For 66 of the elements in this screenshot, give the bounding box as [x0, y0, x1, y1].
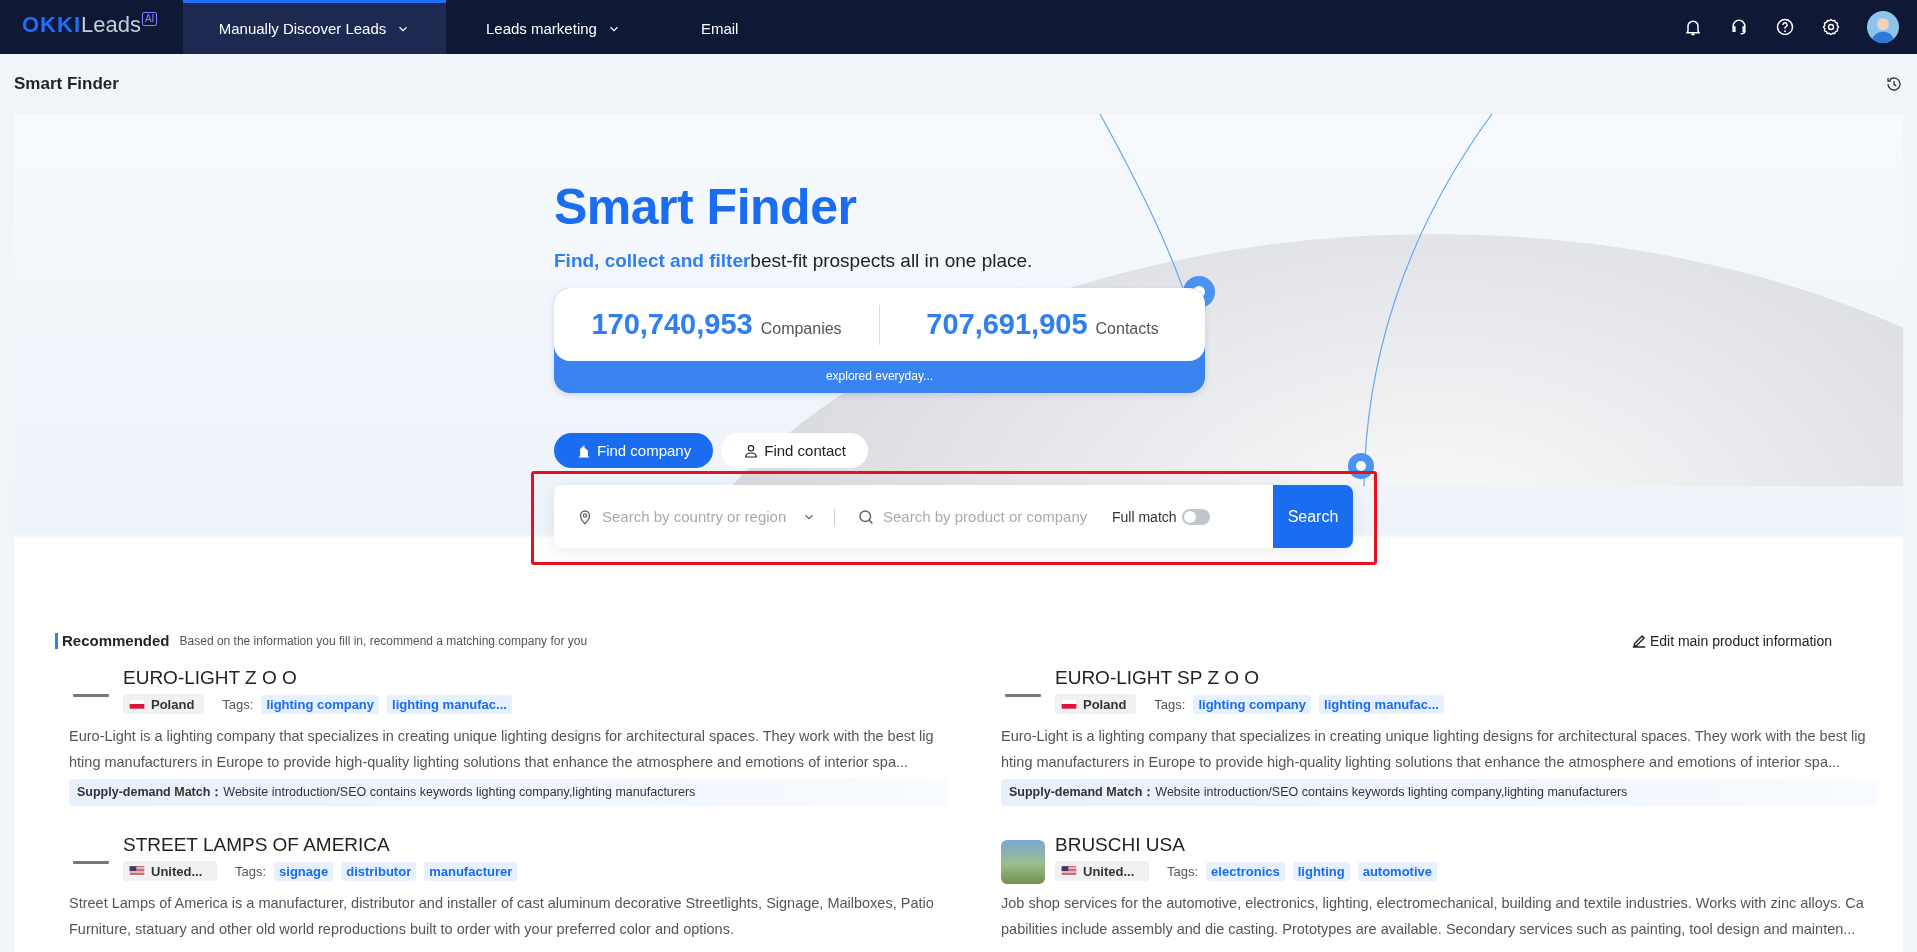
country-chip: United... [1055, 861, 1149, 881]
hero-title: Smart Finder [554, 178, 858, 236]
tag: distributor [341, 861, 417, 881]
building-icon [576, 442, 592, 459]
full-match-toggle[interactable] [1181, 508, 1210, 525]
country-chip: Poland [1055, 694, 1137, 714]
tags-label: Tags: [1167, 863, 1199, 879]
company-photo [1001, 840, 1045, 884]
help-icon[interactable] [1775, 17, 1795, 37]
logo-product: Leads [81, 12, 141, 38]
region-field[interactable]: Search by country or region [602, 508, 794, 525]
company-description: Job shop services for the automotive, electronics, lighting, electromechanical, building and textile industries. Works with zinc alloys. Capabilities include assembly and die casting. Prototypes are available. Secondary services such as painting, tool design and mainten... [1001, 894, 1865, 939]
full-match-label: Full match [1112, 508, 1177, 525]
settings-icon[interactable] [1821, 17, 1841, 37]
ai-badge: AI [141, 12, 158, 26]
tag: lighting manufac... [387, 694, 512, 714]
section-title: Recommended [55, 633, 170, 649]
search-icon [857, 507, 875, 526]
tags-label: Tags: [235, 863, 267, 879]
stat-value: 707,691,905 [926, 308, 1088, 341]
page-title: Smart Finder [14, 74, 119, 94]
stat-label: Companies [760, 320, 842, 338]
flag-icon [127, 863, 147, 879]
nav-tab[interactable]: Manually Discover Leads [183, 0, 446, 54]
search-field[interactable]: Search by product or company [883, 508, 1098, 525]
person-icon [743, 442, 760, 459]
logo-brand: OKKI [22, 12, 81, 38]
tag: lighting manufac... [1319, 694, 1444, 714]
tags-label: Tags: [1154, 696, 1186, 712]
tag: lighting company [261, 694, 380, 714]
avatar-icon[interactable] [1867, 11, 1899, 43]
company-name[interactable]: BRUSCHI USA [1055, 834, 1437, 856]
flag-icon [1059, 696, 1079, 712]
section-subtitle: Based on the information you fill in, recommend a matching company for you [179, 634, 588, 648]
company-description: Euro-Light is a lighting company that specializes in creating unique lighting designs for architectural spaces. They work with the best lighting manufacturers in Europe to provide high-quality lighting solutions that enhance the atmosphere and emotions of interior spa... [1001, 727, 1867, 772]
headset-icon[interactable] [1729, 17, 1749, 37]
tag: signage [274, 861, 334, 881]
pencil-icon [1631, 634, 1646, 648]
tag: lighting company [1193, 694, 1312, 714]
history-icon[interactable] [1885, 75, 1903, 93]
company-name[interactable]: EURO-LIGHT Z O O [123, 667, 512, 689]
tag: lighting [1292, 861, 1350, 881]
company-name[interactable]: STREET LAMPS OF AMERICA [123, 834, 518, 856]
search-tab[interactable]: Find company [554, 433, 714, 468]
nav-tab[interactable]: Email [660, 0, 779, 54]
search-tab[interactable]: Find contact [721, 433, 868, 468]
company-name[interactable]: EURO-LIGHT SP Z O O [1055, 667, 1444, 689]
edit-product-link[interactable]: Edit main product information [1631, 633, 1832, 649]
company-description: Street Lamps of America is a manufacturer, distributor and installer of cast aluminum decorative Streetlights, Signage, Mailboxes, Patio Furniture, statuary and other old world reproductions built to order with your preferred color and options. [69, 894, 935, 939]
match-note: Supply-demand Match：Website introduction/SEO contains keywords lighting company,lighting manufacturers [69, 779, 947, 806]
tag: electronics [1206, 861, 1285, 881]
flag-icon [1059, 863, 1079, 879]
tag: manufacturer [424, 861, 518, 881]
stat-value: 170,740,953 [591, 308, 753, 341]
tags-label: Tags: [222, 696, 254, 712]
country-chip: United... [123, 861, 217, 881]
search-button[interactable]: Search [1273, 485, 1353, 548]
company-description: Euro-Light is a lighting company that specializes in creating unique lighting designs for architectural spaces. They work with the best lighting manufacturers in Europe to provide high-quality lighting solutions that enhance the atmosphere and emotions of interior spa... [69, 727, 935, 772]
match-note: Supply-demand Match：Website introduction/SEO contains keywords lighting company,lighting manufacturers [1001, 779, 1879, 806]
country-chip: Poland [123, 694, 205, 714]
stat-label: Contacts [1095, 320, 1159, 338]
hero-subtitle: Find, collect and filterbest-fit prospects all in one place. [554, 250, 1034, 272]
tag: automotive [1357, 861, 1437, 881]
flag-icon [127, 696, 147, 712]
nav-tab[interactable]: Leads marketing [446, 0, 661, 54]
stats-footer: explored everyday... [554, 361, 1205, 391]
